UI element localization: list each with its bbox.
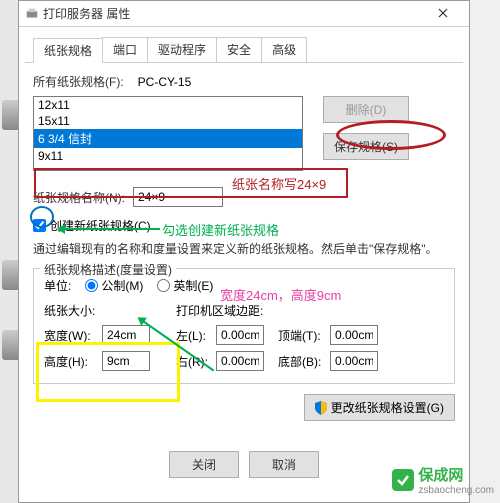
form-name-input[interactable] (133, 187, 223, 207)
top-input[interactable] (330, 325, 378, 345)
create-form-description: 通过编辑现有的名称和度量设置来定义新的纸张规格。然后单击"保存规格"。 (33, 240, 455, 258)
cancel-button[interactable]: 取消 (249, 451, 319, 478)
margin-label: 打印机区域边距: (176, 302, 378, 319)
forms-listbox[interactable]: 12x11 15x11 6 3/4 信封 9x11 (33, 96, 303, 171)
top-label: 顶端(T): (278, 327, 324, 344)
paper-size-label: 纸张大小: (44, 302, 150, 319)
all-forms-label: 所有纸张规格(F): (33, 73, 124, 90)
delete-button: 删除(D) (323, 96, 409, 123)
tabs: 纸张规格 端口 驱动程序 安全 高级 (25, 31, 463, 63)
groupbox-title: 纸张规格描述(度量设置) (40, 261, 176, 278)
close-button[interactable] (423, 4, 463, 24)
close-icon (438, 8, 448, 18)
form-description-group: 纸张规格描述(度量设置) 单位: 公制(M) 英制(E) 纸张大小: 宽度(W)… (33, 268, 455, 384)
left-label: 左(L): (176, 327, 210, 344)
titlebar: 打印服务器 属性 (19, 1, 469, 27)
save-form-button[interactable]: 保存规格(S) (323, 133, 409, 160)
window-title: 打印服务器 属性 (43, 5, 130, 22)
english-radio-label[interactable]: 英制(E) (157, 277, 213, 294)
watermark-name: 保成网 (418, 467, 463, 484)
shield-icon (315, 401, 327, 415)
printer-icon (25, 7, 39, 21)
watermark-url: zsbaocheng.com (418, 485, 494, 496)
right-input[interactable] (216, 351, 264, 371)
tab-security[interactable]: 安全 (216, 37, 262, 62)
form-name-label: 纸张规格名称(N): (33, 189, 125, 206)
height-input[interactable] (102, 351, 150, 371)
metric-radio-label[interactable]: 公制(M) (85, 277, 143, 294)
tab-drivers[interactable]: 驱动程序 (147, 37, 217, 62)
watermark: 保成网 zsbaocheng.com (392, 464, 494, 496)
server-name: PC-CY-15 (138, 75, 192, 89)
list-item[interactable]: 6 3/4 信封 (34, 129, 302, 148)
create-new-form-label: 创建新纸张规格(C) (50, 217, 151, 234)
bottom-label: 底部(B): (278, 353, 324, 370)
width-input[interactable] (102, 325, 150, 345)
tab-paper-forms[interactable]: 纸张规格 (33, 38, 103, 63)
english-radio[interactable] (157, 279, 170, 292)
left-input[interactable] (216, 325, 264, 345)
change-settings-button[interactable]: 更改纸张规格设置(G) (304, 394, 455, 421)
tab-ports[interactable]: 端口 (102, 37, 148, 62)
tab-advanced[interactable]: 高级 (261, 37, 307, 62)
close-dialog-button[interactable]: 关闭 (169, 451, 239, 478)
print-server-properties-dialog: 打印服务器 属性 纸张规格 端口 驱动程序 安全 高级 所有纸张规格(F): P… (18, 0, 470, 503)
bottom-input[interactable] (330, 351, 378, 371)
right-label: 右(R): (176, 353, 210, 370)
list-item[interactable]: 9x11 (34, 148, 302, 164)
height-label: 高度(H): (44, 353, 96, 370)
create-new-form-checkbox[interactable] (33, 219, 46, 232)
width-label: 宽度(W): (44, 327, 96, 344)
watermark-icon (392, 469, 414, 491)
units-label: 单位: (44, 277, 71, 294)
list-item[interactable]: 12x11 (34, 97, 302, 113)
list-item[interactable]: 15x11 (34, 113, 302, 129)
metric-radio[interactable] (85, 279, 98, 292)
